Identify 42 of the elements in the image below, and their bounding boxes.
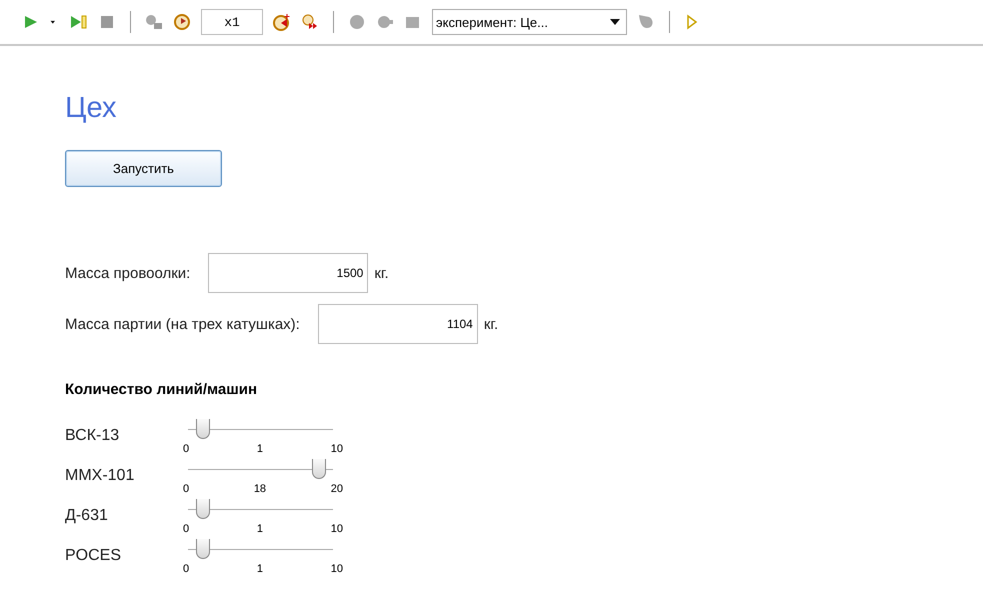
unit-label: кг. <box>484 316 498 332</box>
field-label: Масса провоолки: <box>65 264 190 282</box>
slider-track[interactable] <box>188 419 333 441</box>
input-field[interactable]: 1500 <box>208 253 368 293</box>
slider-thumb[interactable] <box>196 539 210 559</box>
slider-track[interactable] <box>188 539 333 561</box>
tick-label: 1 <box>256 523 263 535</box>
experiment-select[interactable]: эксперимент: Це... <box>432 9 627 35</box>
tick-label: 0 <box>183 563 190 575</box>
slider-label: Д-631 <box>65 506 109 525</box>
tick-label: 10 <box>330 523 343 535</box>
slider-track[interactable] <box>188 459 333 481</box>
stop-icon[interactable] <box>98 13 116 31</box>
field-label: Масса партии (на трех катушках): <box>65 316 300 332</box>
step-icon[interactable] <box>70 13 88 31</box>
tick-label: 10 <box>330 443 343 455</box>
tick-label: 20 <box>330 483 343 495</box>
tick-label: 10 <box>330 563 343 575</box>
tick-label: 18 <box>254 483 266 495</box>
tick-label: 1 <box>256 443 263 455</box>
slider-label: POCES <box>65 546 122 565</box>
slider-track[interactable] <box>188 499 333 521</box>
input-field[interactable]: 1104 <box>318 304 478 344</box>
unit-label: кг. <box>374 264 389 282</box>
slider-thumb[interactable] <box>312 459 326 479</box>
run-button[interactable]: Запустить <box>65 150 222 187</box>
caret-icon <box>610 19 620 25</box>
tick-label: 0 <box>183 523 190 535</box>
blob-icon[interactable] <box>637 13 655 31</box>
clock-icon[interactable] <box>173 13 191 31</box>
page-title: Цех <box>65 92 118 125</box>
slider-thumb[interactable] <box>196 499 210 519</box>
slider-label: ММХ-101 <box>65 466 136 485</box>
slider-label: ВСК-13 <box>65 426 120 445</box>
tick-label: 1 <box>256 563 263 575</box>
tick-label: 0 <box>183 483 190 495</box>
clock-plus-icon[interactable] <box>273 13 291 31</box>
section-heading: Количество линий/машин <box>65 381 258 398</box>
tick-label: 0 <box>183 443 190 455</box>
fast-forward-icon[interactable] <box>301 13 319 31</box>
slider-thumb[interactable] <box>196 419 210 439</box>
speed-field[interactable]: x1 <box>201 9 263 35</box>
